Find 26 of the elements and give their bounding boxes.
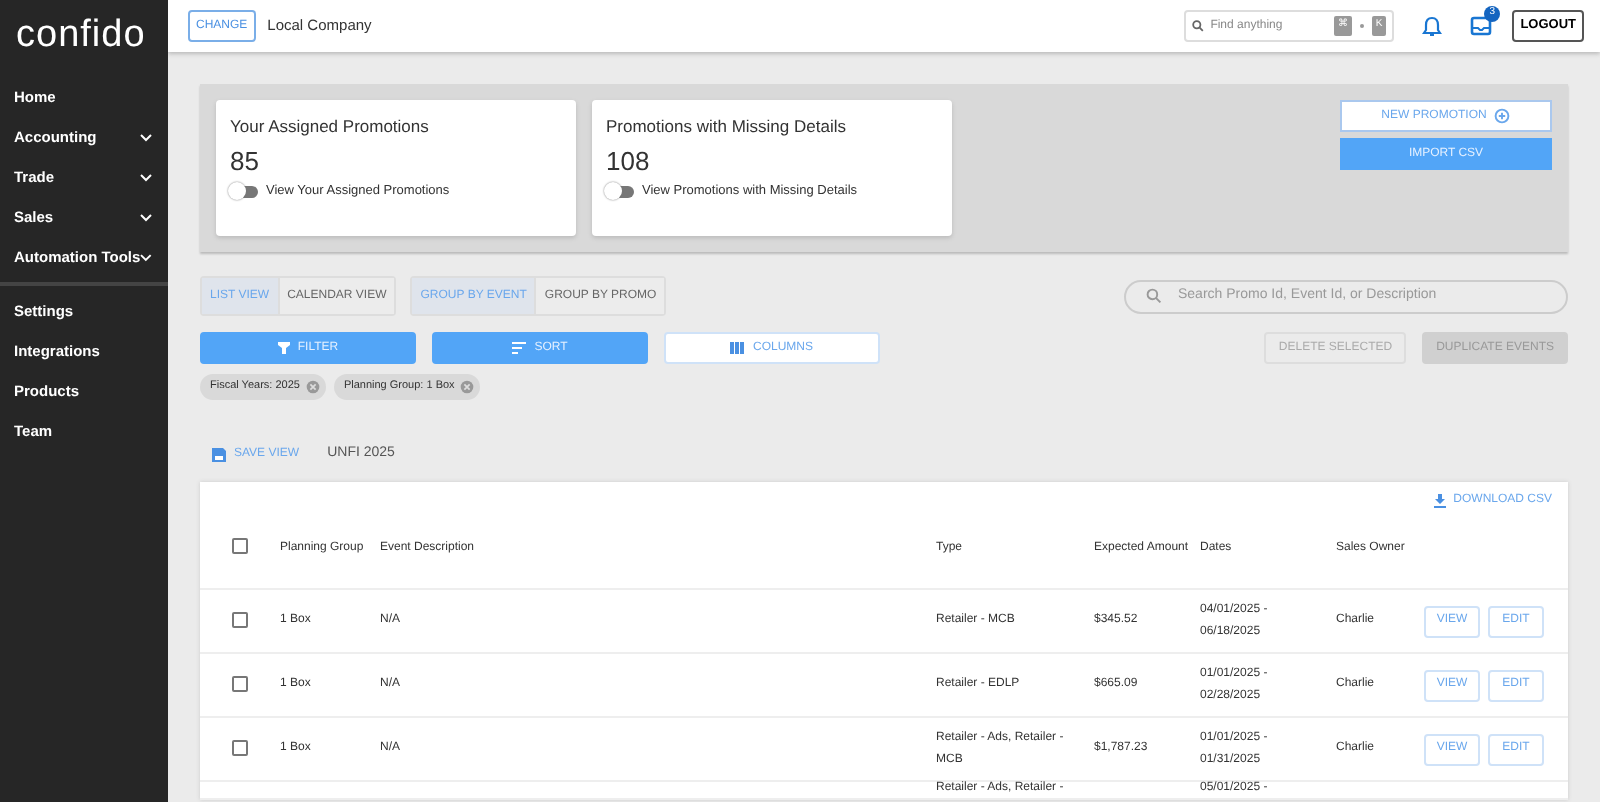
- separator-dot-icon: [1359, 24, 1364, 28]
- card-count: 85: [230, 145, 261, 177]
- row-checkbox[interactable]: [232, 739, 248, 756]
- download-icon: [1433, 493, 1446, 507]
- toggle-switch[interactable]: [230, 186, 258, 199]
- sort-icon: [512, 342, 527, 354]
- save-icon: [212, 447, 226, 462]
- bell-icon[interactable]: [1422, 15, 1443, 37]
- inbox-icon[interactable]: [1470, 16, 1493, 36]
- search-icon: [1192, 20, 1205, 32]
- card-title: Your Assigned Promotions: [230, 114, 431, 140]
- chevron-down-icon[interactable]: [140, 253, 152, 261]
- brand-logo[interactable]: confido: [0, 0, 168, 77]
- row-checkbox[interactable]: [232, 611, 248, 628]
- columns-icon: [730, 342, 745, 354]
- chevron-down-icon[interactable]: [140, 173, 152, 181]
- card-count: 108: [606, 145, 652, 177]
- card-title: Promotions with Missing Details: [606, 114, 848, 140]
- toggle-switch[interactable]: [606, 186, 634, 199]
- search-icon: [1146, 288, 1162, 304]
- row-checkbox[interactable]: [232, 675, 248, 692]
- chevron-down-icon[interactable]: [140, 133, 152, 141]
- filter-icon: [277, 342, 290, 354]
- chevron-down-icon[interactable]: [140, 213, 152, 221]
- select-all-checkbox[interactable]: [232, 538, 248, 555]
- plus-circle-icon: [1494, 108, 1511, 124]
